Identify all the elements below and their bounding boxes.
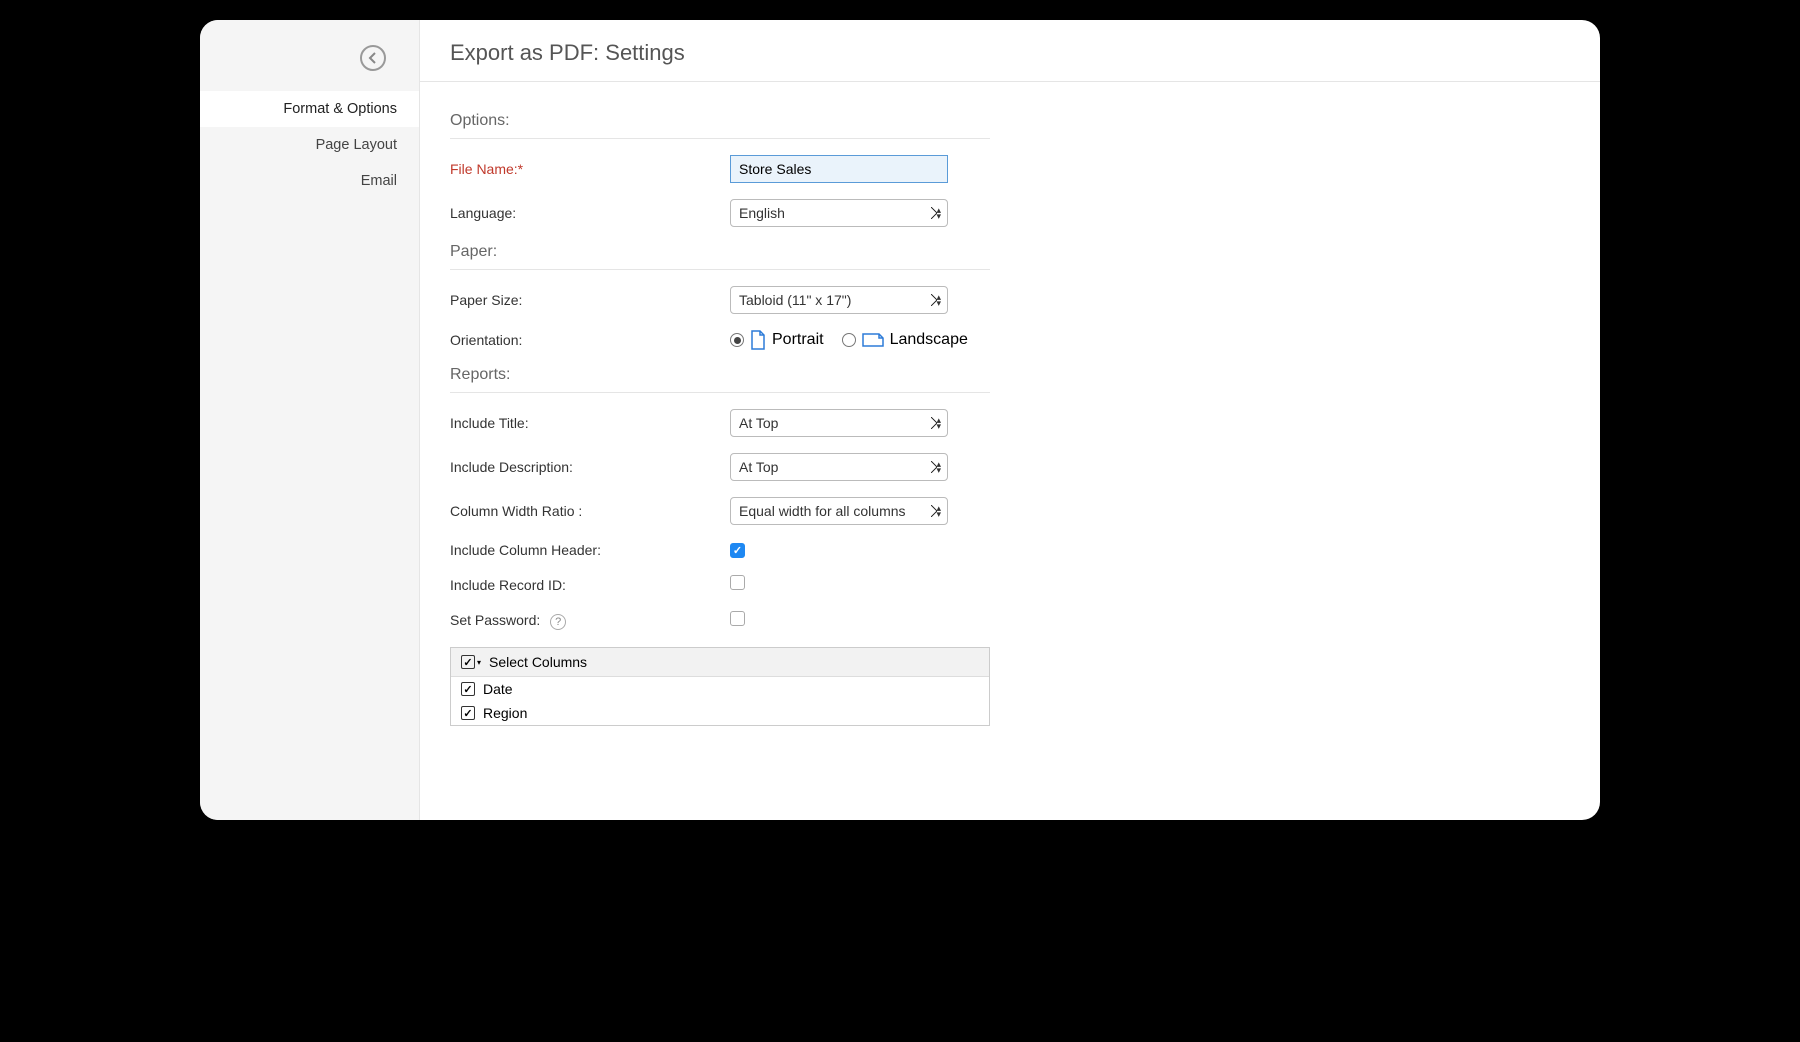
- select-columns-header[interactable]: ▾ Select Columns: [451, 648, 989, 677]
- include-description-label: Include Description:: [450, 459, 730, 475]
- include-description-value: At Top: [739, 459, 778, 475]
- sidebar-item-format-options[interactable]: Format & Options: [200, 91, 419, 127]
- landscape-page-icon: [862, 332, 884, 348]
- portrait-page-icon: [750, 330, 766, 350]
- select-columns-label: Select Columns: [489, 654, 587, 670]
- section-paper-title: Paper:: [450, 243, 990, 270]
- column-width-value: Equal width for all columns: [739, 503, 906, 519]
- dialog-header: Export as PDF: Settings: [420, 20, 1600, 82]
- column-checkbox[interactable]: [461, 682, 475, 696]
- file-name-input[interactable]: [730, 155, 948, 183]
- sidebar-item-email[interactable]: Email: [200, 163, 419, 199]
- export-pdf-dialog: Format & Options Page Layout Email Expor…: [200, 20, 1600, 820]
- file-name-label: File Name:*: [450, 161, 730, 177]
- portrait-label: Portrait: [772, 331, 824, 349]
- orientation-portrait-radio[interactable]: Portrait: [730, 330, 824, 350]
- chevron-left-icon: [368, 52, 378, 64]
- column-width-label: Column Width Ratio :: [450, 503, 730, 519]
- radio-icon: [730, 333, 744, 347]
- orientation-label: Orientation:: [450, 332, 730, 348]
- column-item[interactable]: Region: [451, 701, 989, 725]
- page-title: Export as PDF: Settings: [450, 40, 1570, 66]
- sidebar: Format & Options Page Layout Email: [200, 20, 420, 820]
- include-title-value: At Top: [739, 415, 778, 431]
- include-record-id-checkbox[interactable]: [730, 575, 745, 590]
- landscape-label: Landscape: [890, 331, 968, 349]
- column-item-label: Region: [483, 705, 527, 721]
- section-reports-title: Reports:: [450, 366, 990, 393]
- include-column-header-checkbox[interactable]: [730, 543, 745, 558]
- select-arrows-icon: ▴▾: [936, 207, 941, 219]
- column-item-label: Date: [483, 681, 513, 697]
- select-columns-panel: ▾ Select Columns Date Region: [450, 647, 990, 726]
- language-label: Language:: [450, 205, 730, 221]
- select-all-columns-checkbox[interactable]: [461, 655, 475, 669]
- help-icon[interactable]: ?: [550, 614, 566, 630]
- sidebar-item-page-layout[interactable]: Page Layout: [200, 127, 419, 163]
- include-title-select[interactable]: At Top ▴▾: [730, 409, 948, 437]
- column-width-select[interactable]: Equal width for all columns ▴▾: [730, 497, 948, 525]
- main-panel: Export as PDF: Settings Options: File Na…: [420, 20, 1600, 820]
- language-select[interactable]: English ▴▾: [730, 199, 948, 227]
- column-item[interactable]: Date: [451, 677, 989, 701]
- set-password-label: Set Password: ?: [450, 612, 730, 630]
- orientation-landscape-radio[interactable]: Landscape: [842, 331, 968, 349]
- back-button[interactable]: [360, 45, 386, 71]
- paper-size-select-value: Tabloid (11" x 17"): [739, 292, 851, 308]
- content-area: Options: File Name:* Language: English ▴…: [420, 82, 1600, 820]
- paper-size-select[interactable]: Tabloid (11" x 17") ▴▾: [730, 286, 948, 314]
- include-title-label: Include Title:: [450, 415, 730, 431]
- column-checkbox[interactable]: [461, 706, 475, 720]
- chevron-down-icon: ▾: [477, 658, 481, 667]
- language-select-value: English: [739, 205, 785, 221]
- select-arrows-icon: ▴▾: [936, 294, 941, 306]
- section-options-title: Options:: [450, 112, 990, 139]
- set-password-checkbox[interactable]: [730, 611, 745, 626]
- select-arrows-icon: ▴▾: [936, 461, 941, 473]
- radio-icon: [842, 333, 856, 347]
- include-record-id-label: Include Record ID:: [450, 577, 730, 593]
- include-column-header-label: Include Column Header:: [450, 542, 730, 558]
- paper-size-label: Paper Size:: [450, 292, 730, 308]
- select-arrows-icon: ▴▾: [936, 417, 941, 429]
- select-arrows-icon: ▴▾: [936, 505, 941, 517]
- include-description-select[interactable]: At Top ▴▾: [730, 453, 948, 481]
